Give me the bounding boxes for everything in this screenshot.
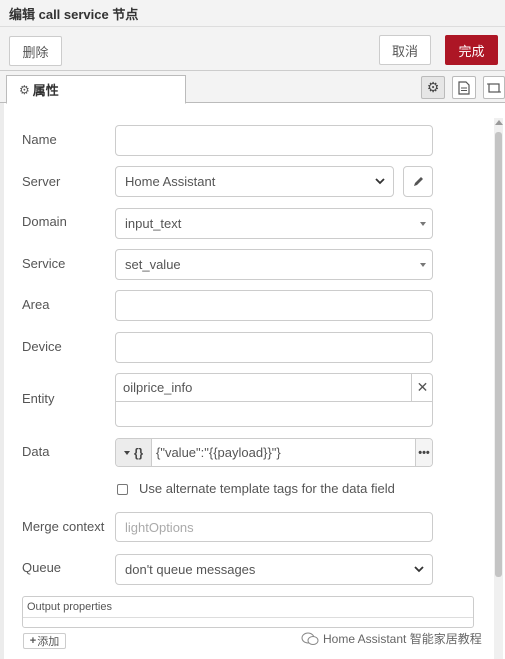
service-input[interactable]: set_value — [115, 249, 433, 280]
tab-properties-label: 属性 — [32, 83, 59, 98]
merge-context-placeholder: lightOptions — [125, 519, 194, 535]
merge-context-label: Merge context — [22, 519, 105, 534]
done-button[interactable]: 完成 — [445, 35, 498, 65]
data-label: Data — [22, 444, 50, 459]
caret-down-icon — [420, 263, 426, 267]
entity-tag: oilprice_info — [123, 380, 193, 395]
tab-properties[interactable]: ⚙ 属性 — [6, 75, 186, 104]
frame-icon — [487, 82, 501, 93]
server-select[interactable]: Home Assistant — [115, 166, 394, 197]
output-divider — [23, 617, 473, 618]
data-type-selector[interactable]: {} — [116, 439, 152, 466]
settings-tab-button[interactable]: ⚙ — [421, 76, 445, 99]
watermark: Home Assistant 智能家居教程 — [301, 630, 482, 647]
add-output-button[interactable]: + 添加 — [23, 633, 66, 649]
wechat-icon — [301, 632, 319, 645]
domain-input[interactable]: input_text — [115, 208, 433, 239]
domain-label: Domain — [22, 214, 67, 229]
area-label: Area — [22, 297, 50, 312]
data-value: {"value":"{{payload}}"} — [156, 445, 281, 460]
merge-context-input[interactable]: lightOptions — [115, 512, 433, 542]
data-input[interactable]: {} {"value":"{{payload}}"} ••• — [115, 438, 433, 467]
plus-icon: + — [29, 635, 37, 647]
scrollbar-thumb[interactable] — [495, 132, 502, 577]
appearance-tab-button[interactable] — [483, 76, 505, 99]
gear-icon: ⚙ — [19, 82, 30, 97]
expand-editor-button[interactable]: ••• — [415, 439, 432, 466]
alt-template-label: Use alternate template tags for the data… — [139, 481, 395, 496]
dialog-title: 编辑 call service 节点 — [9, 7, 139, 22]
queue-label: Queue — [22, 560, 62, 575]
caret-down-icon — [420, 222, 426, 226]
watermark-text: Home Assistant 智能家居教程 — [323, 632, 482, 646]
alt-template-checkbox[interactable] — [117, 484, 128, 495]
edit-server-button[interactable] — [403, 166, 433, 197]
chevron-down-icon — [414, 566, 424, 573]
description-tab-button[interactable] — [452, 76, 476, 99]
add-output-label: 添加 — [37, 636, 60, 648]
device-label: Device — [22, 339, 62, 354]
server-value: Home Assistant — [125, 174, 216, 189]
domain-value: input_text — [125, 216, 182, 231]
caret-down-icon — [123, 450, 130, 455]
scroll-up-icon[interactable] — [495, 120, 503, 125]
document-icon — [458, 80, 470, 95]
service-label: Service — [22, 256, 66, 271]
entity-label: Entity — [22, 391, 55, 406]
pencil-icon — [413, 177, 423, 186]
output-properties-list: Output properties — [22, 596, 474, 628]
server-label: Server — [22, 174, 61, 189]
title-bar: 编辑 call service 节点 — [0, 0, 505, 27]
cancel-button[interactable]: 取消 — [379, 35, 431, 65]
close-icon[interactable]: ✕ — [411, 374, 433, 401]
panel-left-edge — [0, 103, 4, 659]
json-type-icon: {} — [133, 445, 144, 460]
chevron-down-icon — [375, 178, 385, 185]
name-input[interactable] — [115, 125, 433, 156]
output-properties-label: Output properties — [27, 601, 112, 613]
area-input[interactable] — [115, 290, 433, 321]
queue-select[interactable]: don't queue messages — [115, 554, 433, 585]
entity-divider — [116, 401, 432, 402]
name-label: Name — [22, 132, 57, 147]
delete-button[interactable]: 删除 — [9, 36, 62, 66]
entity-input[interactable]: oilprice_info ✕ — [115, 373, 433, 427]
scrollbar[interactable] — [494, 118, 503, 659]
gear-icon: ⚙ — [426, 79, 440, 95]
queue-value: don't queue messages — [125, 562, 256, 577]
device-input[interactable] — [115, 332, 433, 363]
toolbar: 删除 取消 完成 — [0, 27, 505, 71]
service-value: set_value — [125, 257, 181, 272]
